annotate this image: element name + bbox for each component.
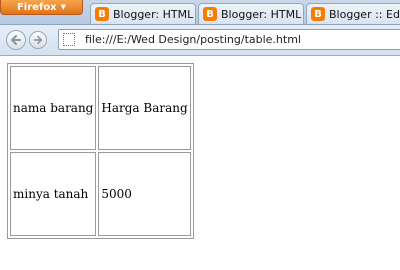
table-cell: nama barang xyxy=(10,66,97,150)
table-cell: 5000 xyxy=(98,152,191,236)
back-arrow-icon xyxy=(11,35,21,45)
back-button[interactable] xyxy=(6,30,26,50)
tab-label: Blogger :: Edit T xyxy=(329,7,400,21)
tab-strip: Firefox ▼ B Blogger: HTML ... B Blogger:… xyxy=(0,0,400,25)
data-table: nama barang Harga Barang minya tanah 500… xyxy=(7,63,194,239)
table-cell: minya tanah xyxy=(10,152,97,236)
chevron-down-icon: ▼ xyxy=(60,3,67,11)
forward-arrow-icon xyxy=(33,35,43,45)
tab-label: Blogger: HTML ... xyxy=(113,7,195,21)
navigation-toolbar: file:///E:/Wed Design/posting/table.html xyxy=(0,25,400,56)
firefox-menu-label: Firefox xyxy=(16,1,57,13)
address-bar[interactable]: file:///E:/Wed Design/posting/table.html xyxy=(58,29,400,50)
blogger-icon: B xyxy=(203,7,217,21)
tab-label: Blogger: HTML ... xyxy=(221,7,303,21)
page-icon xyxy=(63,33,75,46)
firefox-menu-button[interactable]: Firefox ▼ xyxy=(0,0,83,15)
tab-blogger-html-1[interactable]: B Blogger: HTML ... xyxy=(90,3,196,24)
table-row: nama barang Harga Barang xyxy=(10,66,191,150)
table-cell: Harga Barang xyxy=(98,66,191,150)
blogger-icon: B xyxy=(95,7,109,21)
table-row: minya tanah 5000 xyxy=(10,152,191,236)
page-content: nama barang Harga Barang minya tanah 500… xyxy=(0,56,400,270)
forward-button[interactable] xyxy=(29,31,47,49)
tab-blogger-html-2[interactable]: B Blogger: HTML ... xyxy=(198,3,304,24)
address-text: file:///E:/Wed Design/posting/table.html xyxy=(85,33,301,46)
blogger-icon: B xyxy=(311,7,325,21)
tab-blogger-edit[interactable]: B Blogger :: Edit T xyxy=(306,3,400,24)
